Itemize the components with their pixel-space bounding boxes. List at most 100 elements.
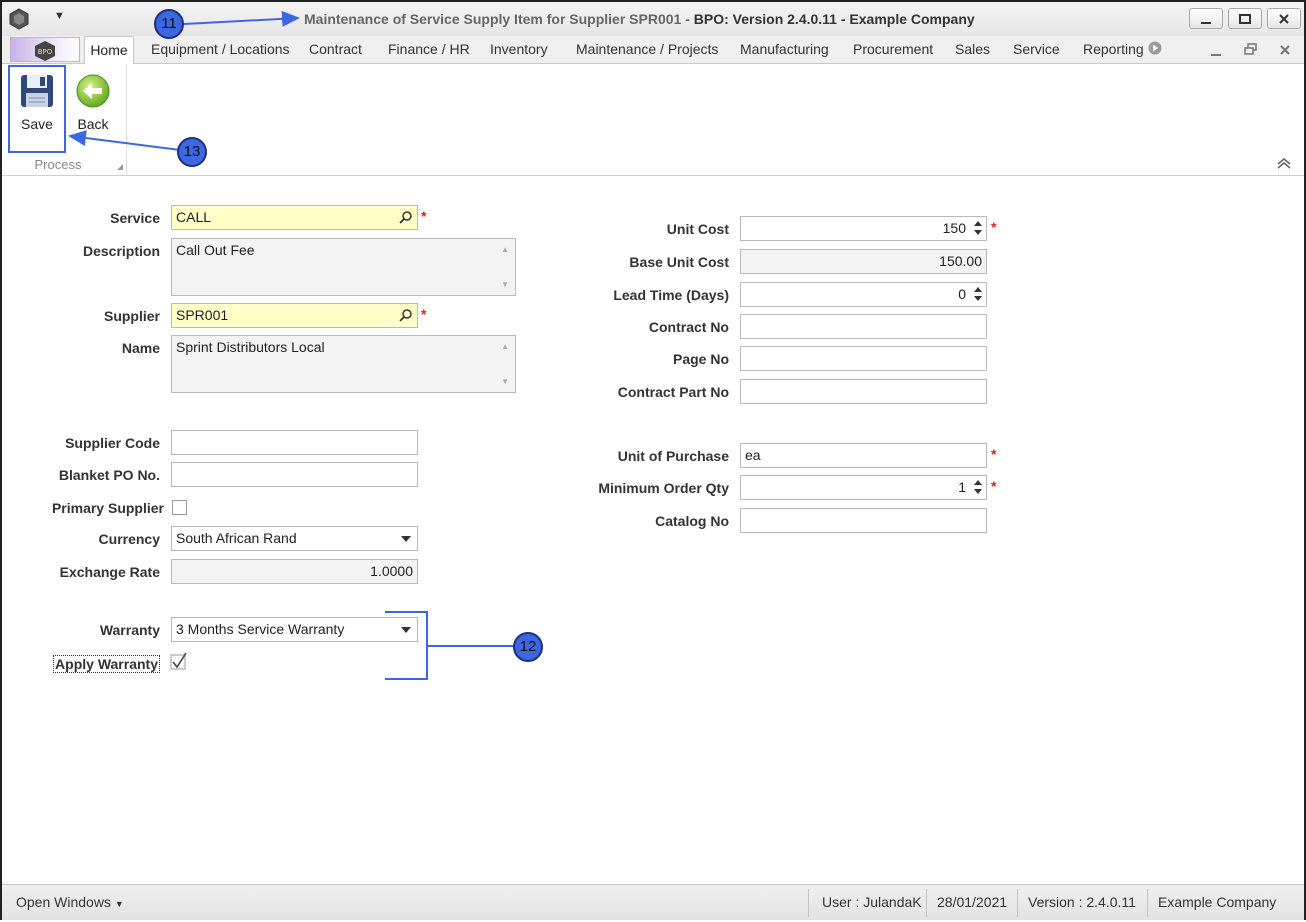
- tab-sales[interactable]: Sales: [955, 41, 990, 57]
- title-bar: ▼ Maintenance of Service Supply Item for…: [2, 2, 1304, 36]
- tab-equipment-locations[interactable]: Equipment / Locations: [151, 41, 290, 57]
- chevron-down-icon: [401, 536, 411, 542]
- catalog-no-input[interactable]: [740, 508, 987, 533]
- collapse-ribbon-icon[interactable]: [1276, 156, 1292, 170]
- currency-select[interactable]: South African Rand: [171, 526, 418, 551]
- tab-scroll-right-icon[interactable]: [1148, 41, 1162, 55]
- tab-inventory[interactable]: Inventory: [490, 41, 548, 57]
- description-memo[interactable]: Call Out Fee ▲ ▼: [171, 238, 516, 296]
- unit-cost-spinner[interactable]: 150: [740, 216, 987, 241]
- memo-scroll-down-icon[interactable]: ▼: [501, 280, 509, 289]
- unit-cost-spin-buttons[interactable]: [973, 219, 983, 235]
- back-button[interactable]: Back: [66, 66, 120, 150]
- service-search-icon[interactable]: [399, 210, 413, 224]
- contract-no-input[interactable]: [740, 314, 987, 339]
- callout-12: 12: [513, 632, 543, 662]
- close-button[interactable]: [1267, 8, 1301, 29]
- min-order-qty-value: 1: [958, 479, 966, 495]
- tab-manufacturing[interactable]: Manufacturing: [740, 41, 829, 57]
- ribbon-group-label: Process: [34, 157, 82, 172]
- exchange-rate-field: 1.0000: [171, 559, 418, 584]
- name-label: Name: [121, 340, 160, 356]
- apply-warranty-label: Apply Warranty: [53, 655, 160, 673]
- close-icon: [1279, 14, 1289, 24]
- save-button[interactable]: Save: [10, 66, 64, 150]
- catalog-no-label: Catalog No: [655, 513, 729, 529]
- tab-contract[interactable]: Contract: [309, 41, 362, 57]
- tab-maintenance-projects[interactable]: Maintenance / Projects: [576, 41, 718, 57]
- base-unit-cost-field: 150.00: [740, 249, 987, 274]
- status-date: 28/01/2021: [937, 894, 1008, 910]
- contract-part-no-input[interactable]: [740, 379, 987, 404]
- minimize-button[interactable]: [1189, 8, 1223, 29]
- status-bar: Open Windows ▼ User : JulandaK 28/01/202…: [2, 884, 1304, 920]
- memo-scroll-up-icon[interactable]: ▲: [501, 245, 509, 254]
- minimize-icon: [1201, 22, 1211, 24]
- supplier-lookup-input[interactable]: SPR001: [171, 303, 418, 328]
- mdi-restore-icon[interactable]: [1244, 43, 1258, 55]
- status-company: Example Company: [1158, 894, 1277, 910]
- window-title: Maintenance of Service Supply Item for S…: [304, 11, 975, 27]
- lead-time-spinner[interactable]: 0: [740, 282, 987, 307]
- tab-service[interactable]: Service: [1013, 41, 1060, 57]
- status-version: Version : 2.4.0.11: [1028, 894, 1136, 910]
- bpo-logo-icon: BPO: [35, 41, 55, 61]
- back-arrow-icon: [76, 74, 110, 108]
- supplier-required-marker: *: [421, 306, 427, 322]
- unit-of-purchase-input[interactable]: ea: [740, 443, 987, 468]
- mdi-close-icon[interactable]: [1279, 44, 1291, 56]
- quick-access-dropdown-icon[interactable]: ▼: [54, 10, 65, 22]
- contract-no-label: Contract No: [648, 319, 729, 335]
- min-order-qty-label: Minimum Order Qty: [598, 480, 729, 496]
- supplier-code-input[interactable]: [171, 430, 418, 455]
- memo-scroll-up-icon[interactable]: ▲: [501, 342, 509, 351]
- chevron-down-icon: ▼: [114, 899, 124, 909]
- back-button-label: Back: [77, 116, 109, 132]
- memo-scroll-down-icon[interactable]: ▼: [501, 377, 509, 386]
- save-icon: [21, 75, 53, 107]
- lead-time-value: 0: [958, 286, 966, 302]
- warranty-label: Warranty: [99, 622, 160, 638]
- lead-time-label: Lead Time (Days): [613, 287, 729, 303]
- supplier-label: Supplier: [103, 308, 160, 324]
- status-user: User : JulandaK: [822, 894, 922, 910]
- checkmark-icon: [170, 652, 187, 670]
- menu-bar: BPO Home Equipment / Locations Contract …: [2, 36, 1304, 65]
- application-menu-button[interactable]: BPO: [10, 37, 80, 62]
- mdi-minimize-icon[interactable]: [1210, 48, 1222, 58]
- name-memo[interactable]: Sprint Distributors Local ▲ ▼: [171, 335, 516, 393]
- service-lookup-input[interactable]: CALL: [171, 205, 418, 230]
- tab-home[interactable]: Home: [84, 36, 134, 65]
- supplier-value: SPR001: [176, 307, 229, 323]
- open-windows-menu[interactable]: Open Windows ▼: [16, 894, 124, 910]
- base-unit-cost-label: Base Unit Cost: [629, 254, 729, 270]
- tab-procurement[interactable]: Procurement: [853, 41, 933, 57]
- service-required-marker: *: [421, 208, 427, 224]
- primary-supplier-label: Primary Supplier: [51, 500, 164, 516]
- apply-warranty-checkbox[interactable]: [170, 652, 187, 670]
- warranty-select[interactable]: 3 Months Service Warranty: [171, 617, 418, 642]
- warranty-value: 3 Months Service Warranty: [176, 621, 345, 637]
- unit-of-purchase-required-marker: *: [991, 446, 997, 462]
- currency-label: Currency: [98, 531, 160, 547]
- maximize-button[interactable]: [1228, 8, 1262, 29]
- tab-finance-hr[interactable]: Finance / HR: [388, 41, 470, 57]
- app-logo-icon[interactable]: [8, 8, 30, 30]
- blanket-po-input[interactable]: [171, 462, 418, 487]
- page-no-input[interactable]: [740, 346, 987, 371]
- supplier-code-label: Supplier Code: [65, 435, 160, 451]
- callout-13: 13: [177, 137, 207, 167]
- ribbon-group-process: Save Back Process: [8, 64, 127, 175]
- lead-time-spin-buttons[interactable]: [973, 285, 983, 301]
- callout-11: 11: [154, 9, 184, 39]
- primary-supplier-checkbox[interactable]: [172, 500, 187, 515]
- min-order-qty-spinner[interactable]: 1: [740, 475, 987, 500]
- supplier-search-icon[interactable]: [399, 308, 413, 322]
- min-order-qty-spin-buttons[interactable]: [973, 478, 983, 494]
- group-dialog-launcher-icon[interactable]: [117, 164, 123, 170]
- service-label: Service: [110, 210, 160, 226]
- chevron-down-icon: [401, 627, 411, 633]
- description-value: Call Out Fee: [176, 242, 255, 258]
- unit-cost-value: 150: [942, 220, 966, 236]
- tab-reporting[interactable]: Reporting: [1083, 41, 1144, 57]
